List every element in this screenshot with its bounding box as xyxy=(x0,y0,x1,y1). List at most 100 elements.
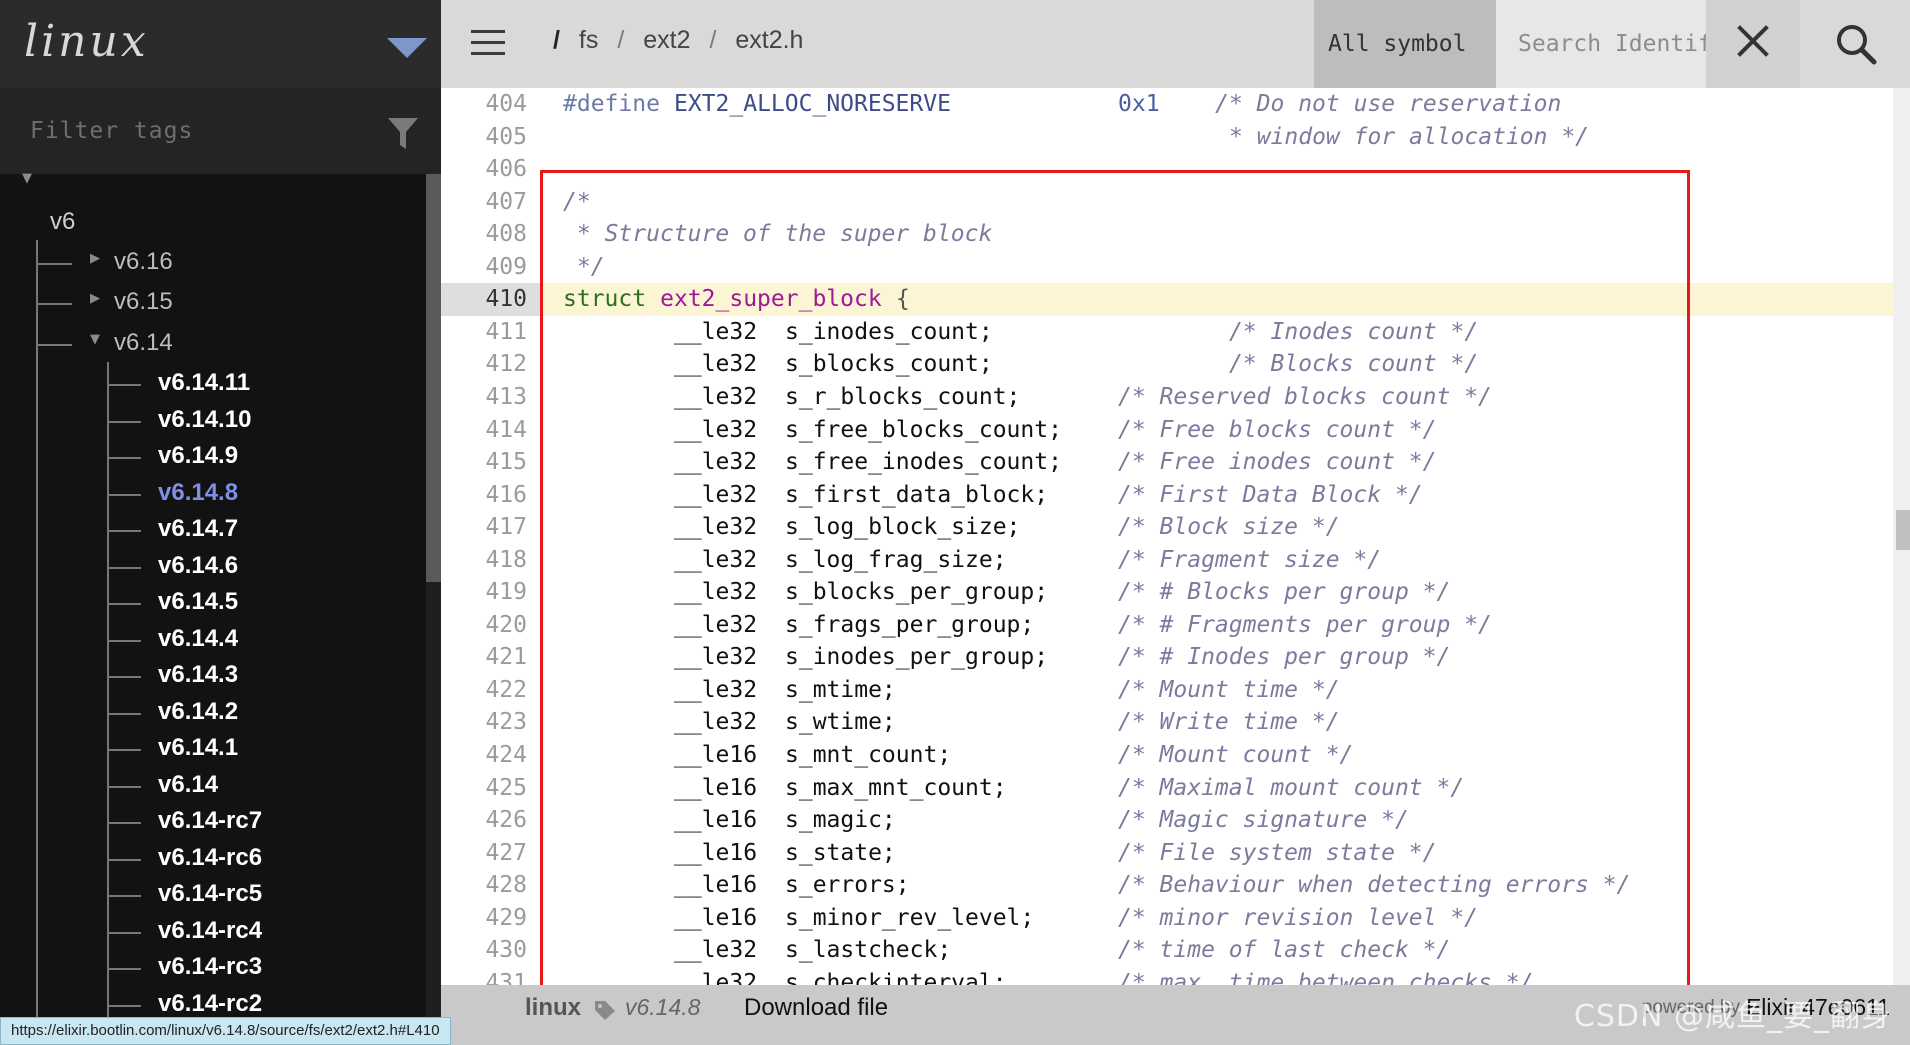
tree-leaf-v6.14.1[interactable]: v6.14.1 xyxy=(158,734,238,762)
code-comment: /* Write time */ xyxy=(1118,709,1340,736)
code-token: s_mnt_count; xyxy=(785,742,952,768)
line-number[interactable]: 423 xyxy=(441,706,541,739)
tree-branch-v6.14[interactable]: v6.14 xyxy=(114,329,173,357)
tree-leaf-v6.14.8[interactable]: v6.14.8 xyxy=(158,479,238,507)
tree-leaf-v6.14-rc3[interactable]: v6.14-rc3 xyxy=(158,953,262,981)
code-comment: /* Block size */ xyxy=(1118,514,1340,541)
line-number[interactable]: 431 xyxy=(441,967,541,985)
code-token: __le16 xyxy=(674,872,758,899)
line-number[interactable]: 421 xyxy=(441,641,541,674)
tree-leaf-v6.14-rc4[interactable]: v6.14-rc4 xyxy=(158,917,262,945)
code-scrollbar-thumb[interactable] xyxy=(1896,510,1910,550)
triangle-expanded-icon[interactable]: ▼ xyxy=(22,171,32,186)
search-input[interactable]: Search Identifier xyxy=(1496,0,1706,88)
symbol-type-select[interactable]: All symbol xyxy=(1314,0,1496,88)
code-token: __le16 xyxy=(674,742,758,768)
line-number[interactable]: 409 xyxy=(441,251,541,284)
code-token[interactable]: EXT2_ALLOC_NORESERVE xyxy=(674,88,951,121)
line-number[interactable]: 414 xyxy=(441,414,541,447)
line-number[interactable]: 417 xyxy=(441,511,541,544)
tree-root-v6[interactable]: v6 xyxy=(50,208,75,236)
breadcrumb-root[interactable]: / xyxy=(553,26,560,54)
line-number[interactable]: 413 xyxy=(441,381,541,414)
code-comment: /* First Data Block */ xyxy=(1118,481,1423,508)
tree-leaf-v6.14.3[interactable]: v6.14.3 xyxy=(158,661,238,689)
tree-branch-v6.15[interactable]: v6.15 xyxy=(114,288,173,316)
sidebar: linux Filter tags ▼ v6 ▶ v6.16 ▶ v6.15 ▼ v6.14 v… xyxy=(0,0,441,1045)
line-number[interactable]: 408 xyxy=(441,218,541,251)
close-search-button[interactable] xyxy=(1706,0,1800,88)
tree-leaf-v6.14-rc5[interactable]: v6.14-rc5 xyxy=(158,880,262,908)
line-number[interactable]: 412 xyxy=(441,348,541,381)
code-line: 420 __le32 s_frags_per_group; /* # Fragment… xyxy=(441,609,1893,642)
project-selector[interactable]: linux xyxy=(0,0,441,88)
footer-project: linux xyxy=(525,994,582,1021)
line-number[interactable]: 407 xyxy=(441,186,541,219)
line-number[interactable]: 415 xyxy=(441,446,541,479)
chevron-down-icon[interactable] xyxy=(387,38,427,58)
breadcrumb-item-file[interactable]: ext2.h xyxy=(735,26,803,54)
tree-leaf-v6.14-rc7[interactable]: v6.14-rc7 xyxy=(158,807,262,835)
code-comment: /* Behaviour when detecting errors */ xyxy=(1118,872,1631,899)
symbol-link[interactable]: ext2_super_block xyxy=(660,283,882,316)
code-line: 428 __le16 s_errors; /* Behaviour when dete… xyxy=(441,869,1893,902)
tree-branch-v6.16[interactable]: v6.16 xyxy=(114,248,173,276)
code-token: __le32 xyxy=(674,449,758,476)
code-line: 414 __le32 s_free_blocks_count; /* Free blo… xyxy=(441,414,1893,447)
line-number[interactable]: 424 xyxy=(441,739,541,772)
breadcrumb-item-fs[interactable]: fs xyxy=(579,26,598,54)
triangle-expanded-icon[interactable]: ▼ xyxy=(90,332,100,347)
code-comment: * Structure of the super block xyxy=(576,221,993,248)
download-file-link[interactable]: Download file xyxy=(744,994,888,1022)
code-line: 405 * window for allocation */ xyxy=(441,121,1893,154)
code-comment: /* # Fragments per group */ xyxy=(1118,611,1492,638)
line-number[interactable]: 406 xyxy=(441,153,541,186)
triangle-collapsed-icon[interactable]: ▶ xyxy=(90,251,100,266)
sidebar-scrollbar-thumb[interactable] xyxy=(426,174,441,582)
tree-leaf-v6.14.2[interactable]: v6.14.2 xyxy=(158,698,238,726)
line-number[interactable]: 405 xyxy=(441,121,541,154)
code-line: 426 __le16 s_magic; /* Magic signature */ xyxy=(441,804,1893,837)
filter-tags-bar[interactable]: Filter tags xyxy=(0,88,441,174)
code-token: s_errors; xyxy=(785,872,910,899)
line-number[interactable]: 430 xyxy=(441,934,541,967)
project-name[interactable]: linux xyxy=(24,16,149,67)
breadcrumb-item-ext2[interactable]: ext2 xyxy=(643,26,690,54)
code-comment: /* minor revision level */ xyxy=(1118,904,1479,931)
funnel-icon[interactable] xyxy=(387,116,419,152)
tree-leaf-v6.14-rc2[interactable]: v6.14-rc2 xyxy=(158,990,262,1018)
triangle-collapsed-icon[interactable]: ▶ xyxy=(90,291,100,306)
tree-leaf-v6.14.7[interactable]: v6.14.7 xyxy=(158,515,238,543)
tree-leaf-v6.14.4[interactable]: v6.14.4 xyxy=(158,625,238,653)
code-line: 408 * Structure of the super block xyxy=(441,218,1893,251)
tree-leaf-v6.14.10[interactable]: v6.14.10 xyxy=(158,406,251,434)
code-line: 416 __le32 s_first_data_block; /* First Dat… xyxy=(441,479,1893,512)
line-number[interactable]: 426 xyxy=(441,804,541,837)
line-number[interactable]: 411 xyxy=(441,316,541,349)
line-number[interactable]: 429 xyxy=(441,902,541,935)
line-number[interactable]: 410 xyxy=(441,283,541,317)
hamburger-menu-icon[interactable] xyxy=(471,30,505,56)
tree-connector-line xyxy=(36,303,72,305)
line-number[interactable]: 418 xyxy=(441,544,541,577)
code-line: 411 __le32 s_inodes_count; /* Inodes count … xyxy=(441,316,1893,349)
line-number[interactable]: 427 xyxy=(441,837,541,870)
line-number[interactable]: 420 xyxy=(441,609,541,642)
line-number[interactable]: 428 xyxy=(441,869,541,902)
filter-tags-input[interactable]: Filter tags xyxy=(30,118,193,144)
tree-leaf-v6.14.11[interactable]: v6.14.11 xyxy=(158,369,250,397)
line-number[interactable]: 416 xyxy=(441,479,541,512)
line-number[interactable]: 425 xyxy=(441,772,541,805)
line-number[interactable]: 419 xyxy=(441,576,541,609)
code-comment: /* Mount time */ xyxy=(1118,676,1340,703)
search-button[interactable] xyxy=(1800,0,1910,88)
tree-leaf-v6.14.6[interactable]: v6.14.6 xyxy=(158,552,238,580)
top-bar: / fs / ext2 / ext2.h All symbol Search I… xyxy=(441,0,1910,88)
line-number[interactable]: 404 xyxy=(441,88,541,121)
tree-leaf-v6.14.9[interactable]: v6.14.9 xyxy=(158,442,238,470)
tree-leaf-v6.14-rc6[interactable]: v6.14-rc6 xyxy=(158,844,262,872)
line-number[interactable]: 422 xyxy=(441,674,541,707)
tree-leaf-v6.14.5[interactable]: v6.14.5 xyxy=(158,588,238,616)
tree-leaf-v6.14[interactable]: v6.14 xyxy=(158,771,218,799)
code-comment: */ xyxy=(576,253,605,280)
